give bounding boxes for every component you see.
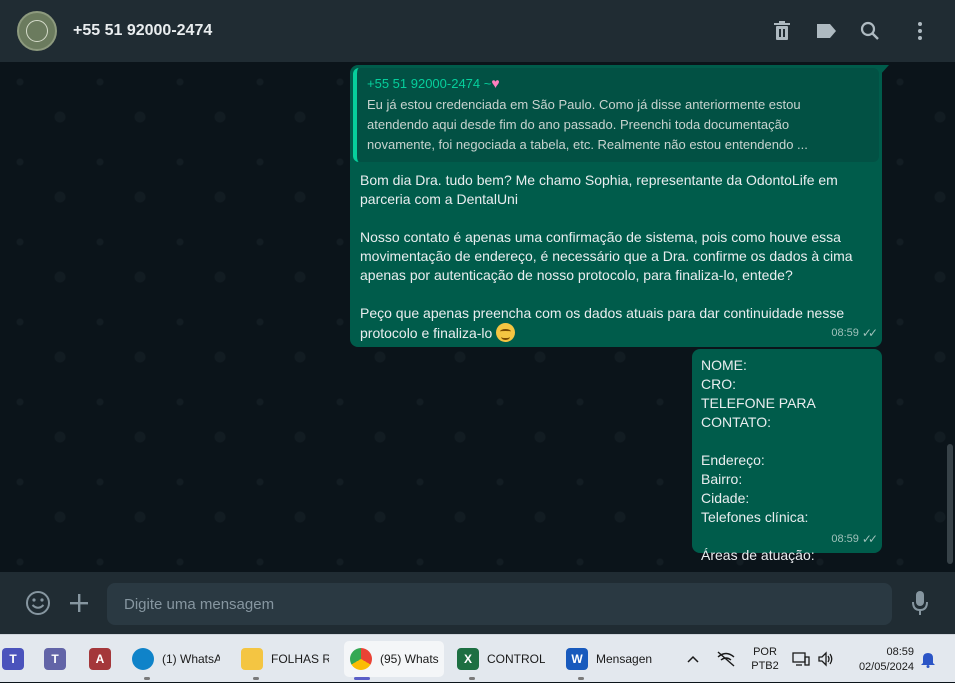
heart-emoji-icon: ♥: [491, 75, 500, 91]
running-indicator: [354, 677, 370, 680]
message-bubble[interactable]: NOME: CRO: TELEFONE PARA CONTATO: Endere…: [692, 349, 882, 563]
quoted-text: Eu já estou credenciada em São Paulo. Co…: [367, 97, 808, 152]
taskbar-access[interactable]: A: [89, 641, 111, 677]
more-vertical-icon[interactable]: [908, 19, 932, 43]
taskbar-excel[interactable]: X CONTROLI: [457, 641, 549, 680]
message-meta: 08:59 ✓✓: [831, 324, 878, 343]
quoted-message[interactable]: +55 51 92000-2474 ~♥ Eu já estou credenc…: [353, 68, 879, 162]
folder-icon: [241, 648, 263, 670]
taskbar-file-explorer[interactable]: FOLHAS R(: [241, 641, 333, 680]
taskbar-teams-classic[interactable]: T: [2, 641, 24, 677]
avatar-logo: [26, 20, 48, 42]
show-hidden-icons-chevron-icon[interactable]: [686, 635, 700, 683]
clock[interactable]: 08:59 02/05/2024: [846, 645, 914, 675]
quoted-author: +55 51 92000-2474 ~♥: [367, 75, 500, 91]
avatar[interactable]: [17, 11, 57, 51]
teams-new-icon: T: [44, 648, 66, 670]
emoji-icon[interactable]: [25, 590, 51, 616]
taskbar-chrome[interactable]: (95) Whats: [344, 641, 444, 680]
teams-icon: T: [2, 648, 24, 670]
microphone-icon[interactable]: [907, 590, 933, 616]
running-indicator: [578, 677, 584, 680]
access-icon: A: [89, 648, 111, 670]
bubble-tail: [880, 65, 889, 75]
double-check-icon: ✓✓: [861, 326, 878, 340]
conversation-panel[interactable]: +55 51 92000-2474 ~♥ Eu já estou credenc…: [0, 62, 955, 572]
input-language[interactable]: POR PTB2: [750, 645, 780, 673]
chrome-icon: [350, 648, 372, 670]
search-icon[interactable]: [858, 19, 882, 43]
attach-plus-icon[interactable]: [66, 590, 92, 616]
notification-bell-icon[interactable]: [920, 635, 936, 683]
taskbar-teams-new[interactable]: T: [44, 641, 66, 677]
label-icon[interactable]: [814, 19, 838, 43]
chat-header: +55 51 92000-2474: [0, 0, 955, 62]
message-input[interactable]: Digite uma mensagem: [107, 583, 892, 625]
running-indicator: [144, 677, 150, 680]
edge-icon: [132, 648, 154, 670]
relieved-face-emoji-icon: [496, 323, 516, 342]
taskbar-word[interactable]: W Mensagen: [566, 641, 658, 680]
trash-icon[interactable]: [770, 19, 794, 43]
device-icon[interactable]: [792, 635, 810, 683]
excel-icon: X: [457, 648, 479, 670]
scrollbar[interactable]: [947, 444, 953, 564]
windows-taskbar: T T A (1) WhatsA FOLHAS R( (95) Whats X …: [0, 634, 955, 682]
composer-bar: Digite uma mensagem: [0, 572, 955, 634]
word-icon: W: [566, 648, 588, 670]
message-text: Bom dia Dra. tudo bem? Me chamo Sophia, …: [360, 172, 853, 342]
taskbar-edge[interactable]: (1) WhatsA: [132, 641, 224, 680]
running-indicator: [469, 677, 475, 680]
running-indicator: [253, 677, 259, 680]
volume-icon[interactable]: [817, 635, 835, 683]
contact-name[interactable]: +55 51 92000-2474: [73, 22, 212, 40]
network-offline-icon[interactable]: [716, 635, 736, 683]
double-check-icon: ✓✓: [861, 532, 878, 546]
message-meta: 08:59 ✓✓: [831, 530, 878, 549]
message-time: 08:59: [831, 327, 859, 339]
message-bubble[interactable]: +55 51 92000-2474 ~♥ Eu já estou credenc…: [350, 65, 882, 347]
message-time: 08:59: [831, 533, 859, 545]
whatsapp-window: +55 51 92000-2474 +55 51 92000-2474 ~♥ E…: [0, 0, 955, 634]
